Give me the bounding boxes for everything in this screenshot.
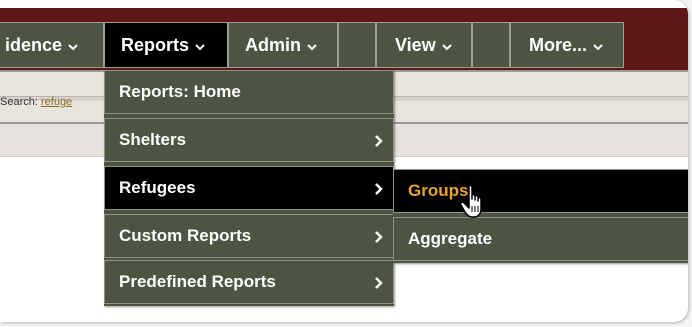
menu-item-label: Reports: Home [119,82,241,101]
nav-item-admin[interactable]: Admin [228,22,338,68]
chevron-down-icon [441,43,452,51]
nav-item-label: idence [5,34,63,55]
nav-item-label: More... [529,34,588,55]
nav-item-view[interactable]: View [376,22,472,68]
menu-item-refugees[interactable]: Refugees [104,166,394,210]
menu-item-label: Custom Reports [119,226,252,245]
nav-item-more[interactable]: More... [510,22,624,68]
search-breadcrumb: Search: refuge [0,96,72,108]
search-link[interactable]: refuge [41,96,72,108]
menu-item-label: Shelters [119,130,187,149]
search-label: Search: [0,96,38,108]
menu-item-custom-reports[interactable]: Custom Reports [104,214,394,258]
nav-item-label: View [395,34,436,55]
menu-item-predefined-reports[interactable]: Predefined Reports [104,260,394,304]
chevron-down-icon [68,43,78,51]
chevron-right-icon [375,133,383,147]
chevron-down-icon [195,43,205,51]
chevron-down-icon [307,43,317,51]
menu-item-label: Predefined Reports [119,272,276,291]
nav-item-reports[interactable]: Reports [104,22,228,68]
hand-pointer-icon [460,184,490,222]
chevron-right-icon [375,275,383,289]
menu-item-aggregate[interactable]: Aggregate [393,217,688,261]
nav-item-empty[interactable] [472,22,510,68]
menu-item-label: Refugees [119,178,196,197]
reports-dropdown-menu: Reports: Home Shelters Refugees Custom R… [104,70,394,306]
chevron-right-icon [375,181,383,195]
menu-item-reports-home[interactable]: Reports: Home [104,70,394,114]
menu-item-label: Aggregate [408,229,493,248]
refugees-submenu: Groups Aggregate [393,169,688,263]
nav-item-label: Reports [121,34,190,55]
app-window: idence Reports Admin View More... Search… [0,0,688,322]
chevron-down-icon [593,43,603,51]
menu-item-groups[interactable]: Groups [393,169,688,213]
nav-item-residence[interactable]: idence [0,22,104,68]
nav-item-label: Admin [245,34,301,55]
nav-item-empty[interactable] [338,22,376,68]
menu-item-shelters[interactable]: Shelters [104,118,394,162]
chevron-right-icon [375,229,383,243]
